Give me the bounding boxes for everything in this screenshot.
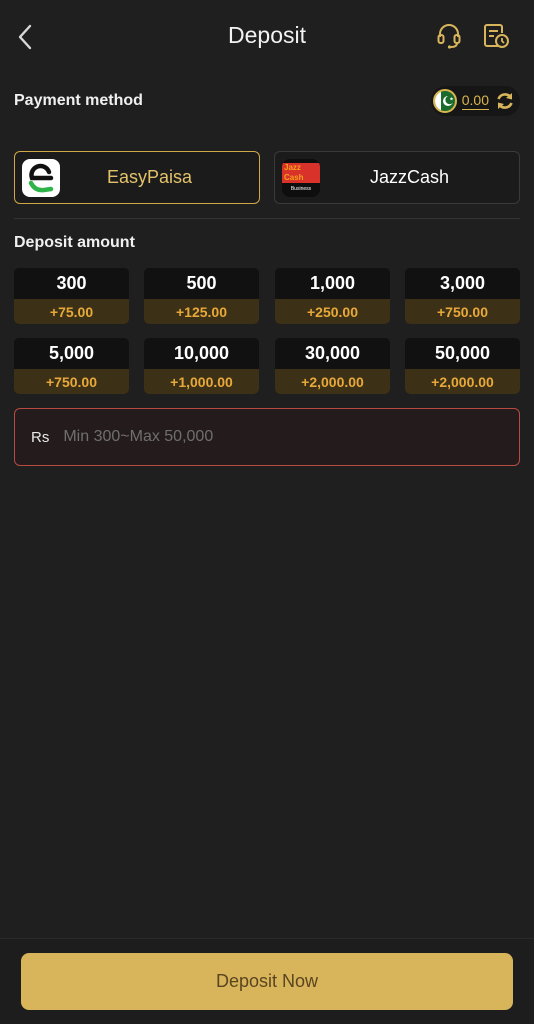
section-divider: [14, 218, 520, 219]
support-button[interactable]: [433, 20, 465, 52]
payment-method-label: Payment method: [14, 92, 143, 109]
amount-option[interactable]: 50,000 +2,000.00: [405, 338, 520, 394]
amount-input[interactable]: [63, 428, 484, 446]
amount-input-field: Rs: [14, 408, 520, 466]
amount-option[interactable]: 3,000 +750.00: [405, 268, 520, 324]
amount-option[interactable]: 30,000 +2,000.00: [275, 338, 390, 394]
amount-option[interactable]: 1,000 +250.00: [275, 268, 390, 324]
refresh-balance-button[interactable]: [494, 90, 516, 112]
currency-label: Rs: [31, 428, 50, 446]
bottom-action-bar: Deposit Now: [0, 938, 534, 1024]
app-header: Deposit: [0, 0, 534, 72]
easypaisa-logo-icon: [22, 158, 60, 197]
method-name-easypaisa: EasyPaisa: [106, 167, 193, 187]
balance-value: 0.00: [461, 92, 489, 110]
amount-option[interactable]: 300 +75.00: [14, 268, 129, 324]
method-name-jazzcash: JazzCash: [369, 167, 450, 187]
pakistan-flag-icon: [432, 89, 457, 113]
back-button[interactable]: [10, 20, 40, 54]
method-jazzcash[interactable]: Jazz Cash Business JazzCash: [274, 151, 520, 204]
chevron-left-icon: [18, 24, 32, 50]
record-history-icon: [484, 24, 509, 48]
history-button[interactable]: [480, 20, 512, 52]
amount-option[interactable]: 5,000 +750.00: [14, 338, 129, 394]
jazzcash-logo-icon: Jazz Cash Business: [282, 158, 320, 197]
headset-icon: [437, 24, 461, 49]
amount-option[interactable]: 10,000 +1,000.00: [144, 338, 259, 394]
deposit-amount-label: Deposit amount: [14, 234, 135, 251]
balance-chip: 0.00: [430, 86, 520, 116]
method-easypaisa[interactable]: EasyPaisa: [14, 151, 260, 204]
deposit-now-button[interactable]: Deposit Now: [21, 953, 513, 1010]
amount-option[interactable]: 500 +125.00: [144, 268, 259, 324]
refresh-icon: [497, 93, 513, 109]
